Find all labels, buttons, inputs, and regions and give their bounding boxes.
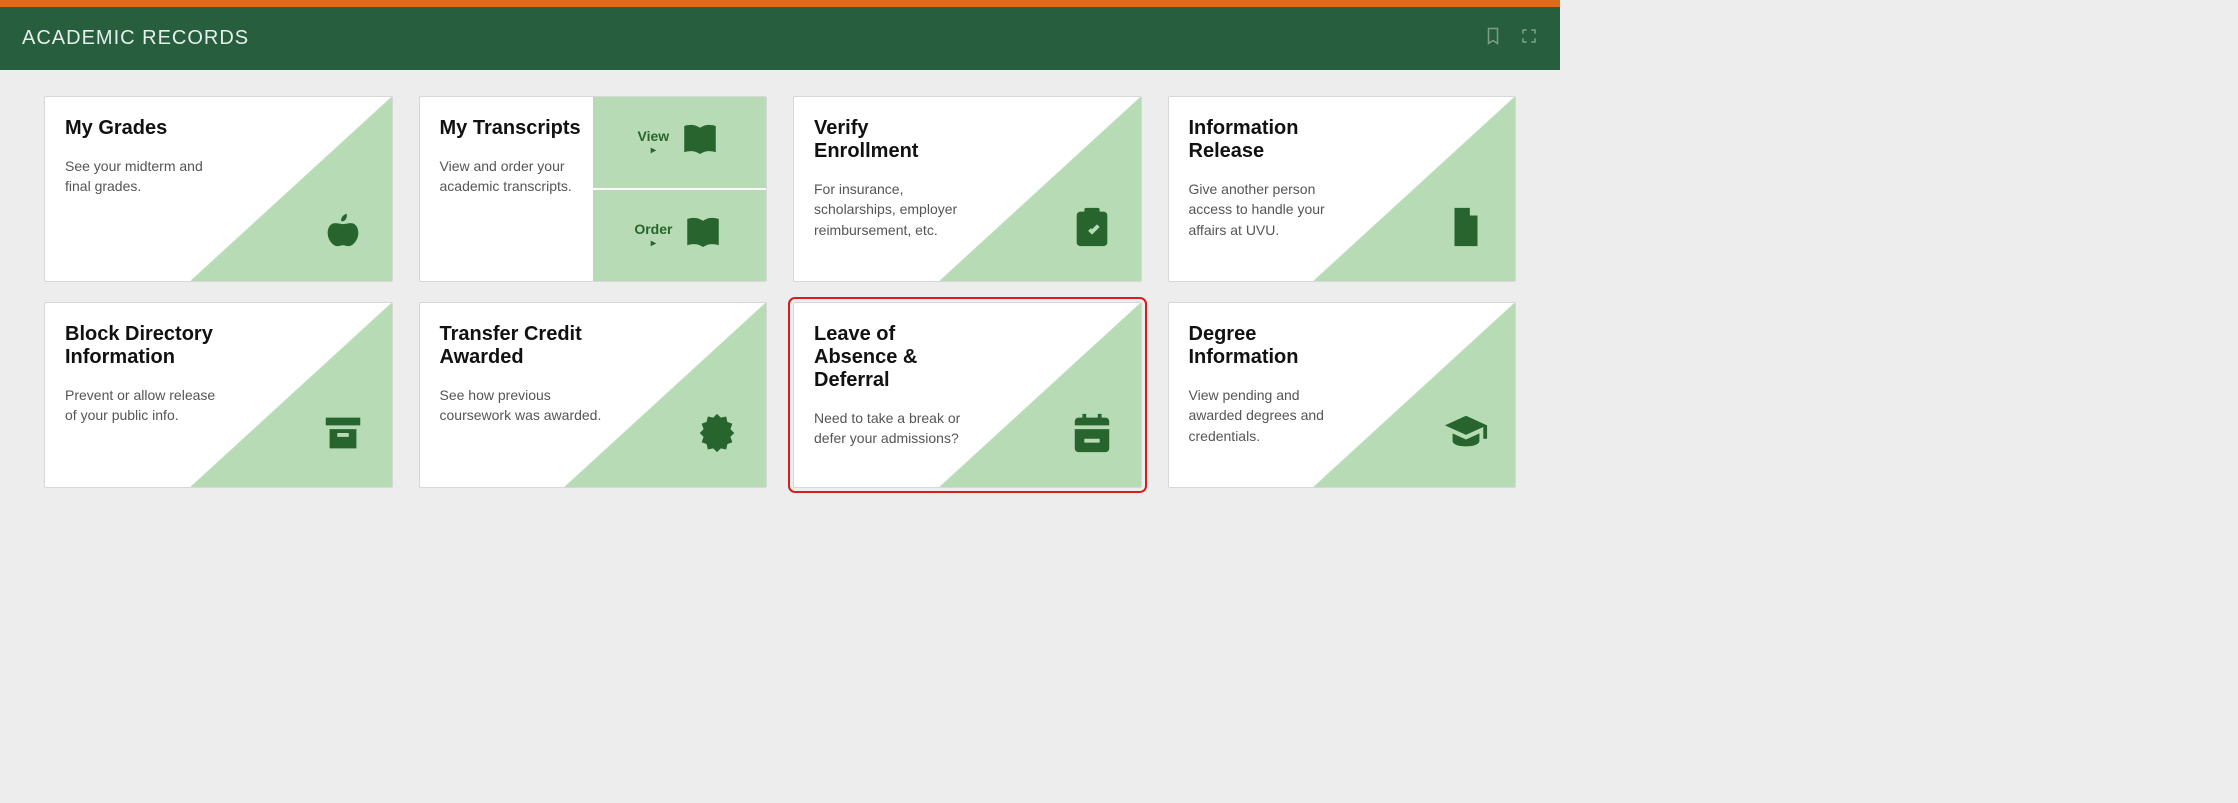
page-title: ACADEMIC RECORDS	[22, 27, 249, 50]
card-desc: Give another person access to handle you…	[1189, 179, 1353, 240]
card-degree-information[interactable]: Degree Information View pending and awar…	[1168, 302, 1517, 488]
card-desc: For insurance, scholarships, employer re…	[814, 179, 978, 240]
transcripts-order-button[interactable]: Order ▸	[593, 190, 766, 281]
apple-icon	[320, 204, 366, 255]
book-icon	[682, 212, 724, 259]
card-information-release[interactable]: Information Release Give another person …	[1168, 96, 1517, 282]
transcripts-view-button[interactable]: View ▸	[593, 97, 766, 188]
card-my-transcripts: My Transcripts View and order your acade…	[419, 96, 768, 282]
card-title: My Transcripts	[440, 117, 587, 140]
card-leave-of-absence[interactable]: Leave of Absence & Deferral Need to take…	[793, 302, 1142, 488]
seal-icon	[694, 410, 740, 461]
document-icon	[1443, 204, 1489, 255]
card-block-directory[interactable]: Block Directory Information Prevent or a…	[44, 302, 393, 488]
card-title: Degree Information	[1189, 323, 1353, 369]
card-desc: Need to take a break or defer your admis…	[814, 408, 978, 449]
fullscreen-icon[interactable]	[1520, 27, 1538, 50]
graduation-cap-icon	[1443, 410, 1489, 461]
book-icon	[679, 119, 721, 166]
card-verify-enrollment[interactable]: Verify Enrollment For insurance, scholar…	[793, 96, 1142, 282]
card-desc: See your midterm and final grades.	[65, 156, 229, 197]
card-grid: My Grades See your midterm and final gra…	[44, 96, 1516, 488]
archive-box-icon	[320, 410, 366, 461]
card-title: My Grades	[65, 117, 229, 140]
content-area: My Grades See your midterm and final gra…	[0, 70, 1560, 518]
arrow-icon: ▸	[651, 238, 656, 249]
clipboard-check-icon	[1069, 204, 1115, 255]
bookmark-icon[interactable]	[1484, 27, 1502, 50]
card-desc: See how previous coursework was awarded.	[440, 385, 604, 426]
accent-bar	[0, 0, 1560, 7]
card-desc: View and order your academic transcripts…	[440, 156, 587, 197]
card-title: Information Release	[1189, 117, 1353, 163]
card-title: Transfer Credit Awarded	[440, 323, 604, 369]
card-desc: Prevent or allow release of your public …	[65, 385, 229, 426]
card-desc: View pending and awarded degrees and cre…	[1189, 385, 1353, 446]
card-title: Verify Enrollment	[814, 117, 978, 163]
card-title: Block Directory Information	[65, 323, 229, 369]
view-label: View	[638, 129, 670, 144]
header-actions	[1484, 27, 1538, 50]
arrow-icon: ▸	[651, 145, 656, 156]
card-my-grades[interactable]: My Grades See your midterm and final gra…	[44, 96, 393, 282]
order-label: Order	[634, 222, 672, 237]
calendar-icon	[1069, 410, 1115, 461]
card-transfer-credit[interactable]: Transfer Credit Awarded See how previous…	[419, 302, 768, 488]
page-header: ACADEMIC RECORDS	[0, 7, 1560, 70]
card-title: Leave of Absence & Deferral	[814, 323, 978, 392]
